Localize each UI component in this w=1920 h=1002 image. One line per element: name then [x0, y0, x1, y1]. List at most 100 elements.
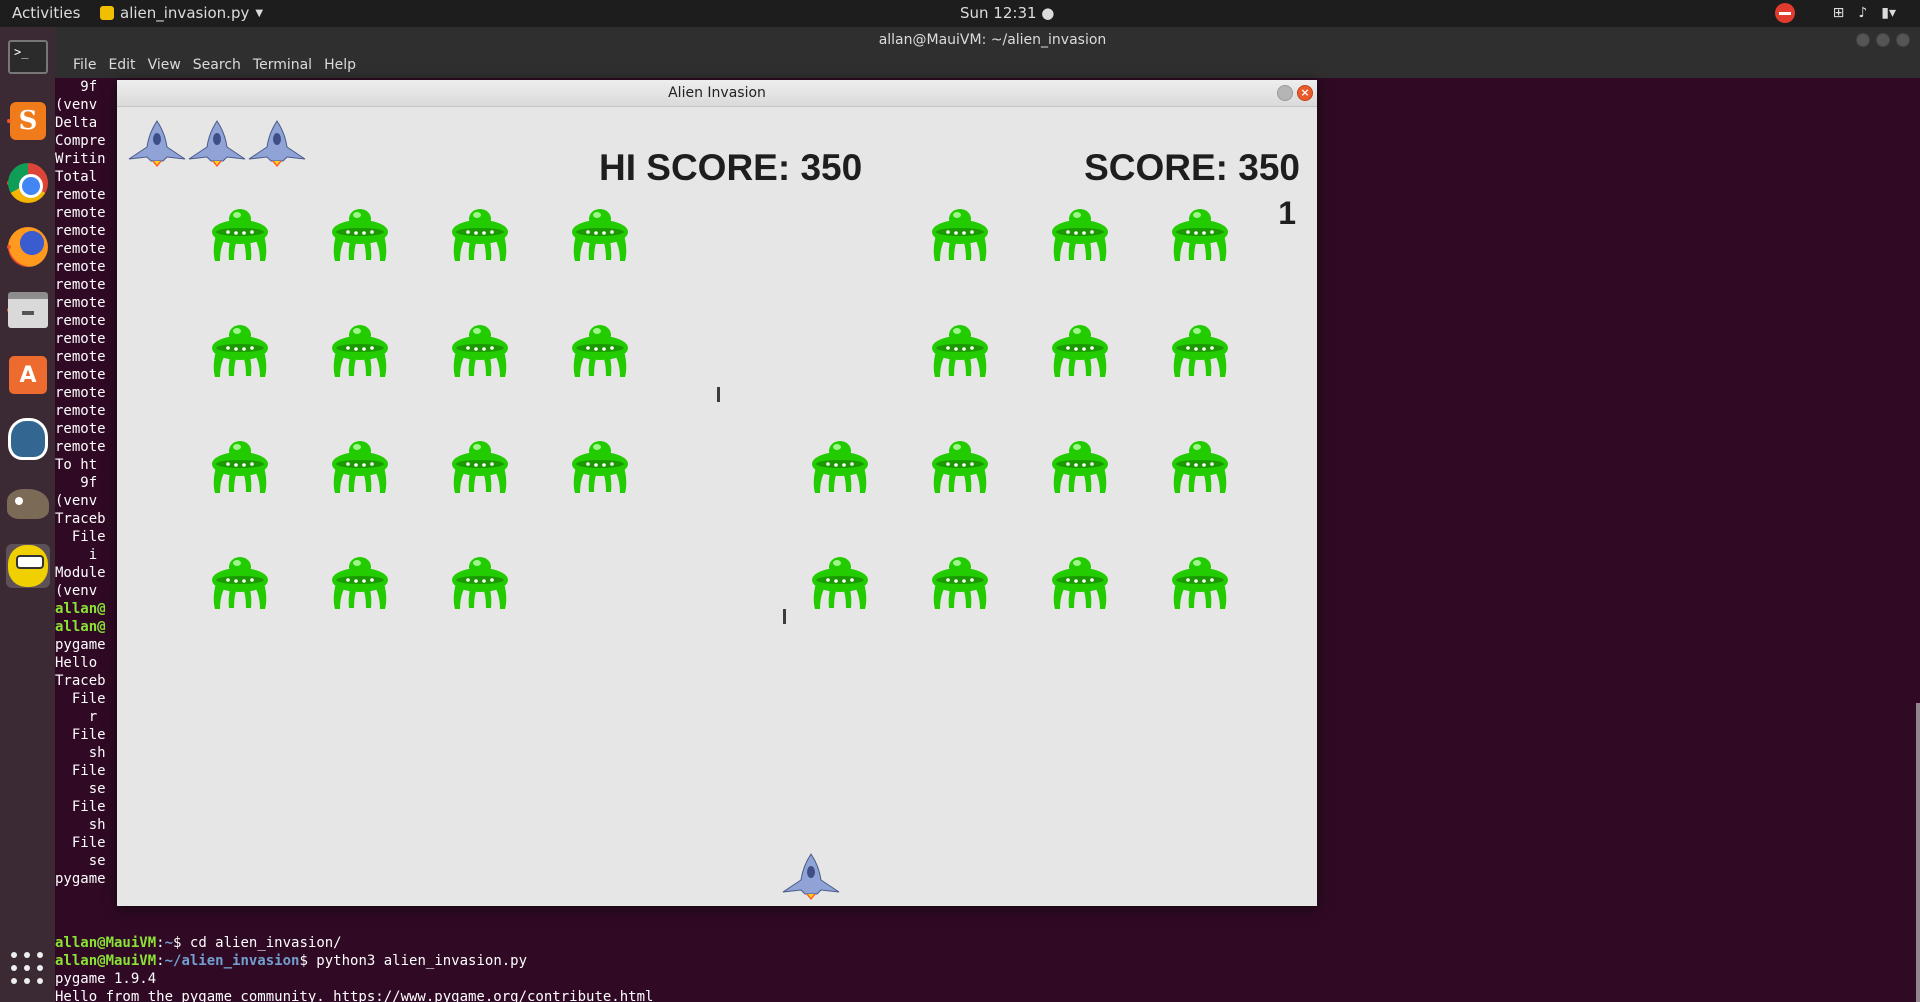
terminal-line: allan@MauiVM:~/alien_invasion$ python3 a…: [55, 953, 528, 969]
network-icon: ⊞: [1832, 5, 1845, 21]
alien-sprite: [210, 321, 270, 379]
level-indicator: 1: [1278, 195, 1296, 231]
postgresql-icon: [8, 418, 48, 460]
show-applications-button[interactable]: [6, 947, 50, 991]
alien-sprite: [450, 553, 510, 611]
dock-gimp[interactable]: [6, 482, 50, 526]
clock[interactable]: Sun 12:31 ●: [960, 4, 1054, 22]
alien-sprite: [330, 205, 390, 263]
window-controls: ×: [1277, 85, 1313, 101]
bullet: [717, 387, 720, 402]
command-text: $ python3 alien_invasion.py: [299, 953, 528, 969]
terminal-scrollbar[interactable]: [1916, 703, 1920, 1002]
window-controls: [1856, 33, 1910, 47]
do-not-disturb-icon[interactable]: [1774, 3, 1795, 23]
life-ship-icon: [127, 119, 187, 167]
volume-icon: ♪: [1858, 5, 1868, 21]
life-ship-icon: [187, 119, 247, 167]
terminal-line: allan@MauiVM:~$ cd alien_invasion/: [55, 935, 342, 951]
app-menu-label: alien_invasion.py: [120, 4, 250, 22]
alien-sprite: [330, 321, 390, 379]
alien-sprite: [1170, 553, 1230, 611]
menu-help[interactable]: Help: [324, 57, 356, 78]
terminal-title: allan@MauiVM: ~/alien_invasion: [878, 32, 1107, 48]
close-icon[interactable]: ×: [1297, 85, 1313, 101]
alien-sprite: [1050, 321, 1110, 379]
alien-sprite: [810, 553, 870, 611]
activities-button[interactable]: Activities: [12, 4, 80, 22]
alien-sprite: [1170, 205, 1230, 263]
high-score: HI SCORE: 350: [599, 147, 863, 188]
alien-sprite: [1050, 437, 1110, 495]
prompt-dir: ~/alien_invasion: [164, 953, 300, 969]
prompt-user: allan@MauiVM: [55, 935, 157, 951]
command-text: $ cd alien_invasion/: [173, 935, 342, 951]
alien-sprite: [450, 321, 510, 379]
terminal-menubar: File Edit View Search Terminal Help: [55, 54, 1920, 78]
dock-terminal[interactable]: >_: [6, 35, 50, 79]
minimize-icon[interactable]: [1277, 85, 1293, 101]
life-ship-icon: [247, 119, 307, 167]
running-indicator: [7, 119, 11, 123]
game-titlebar[interactable]: Alien Invasion ×: [117, 80, 1317, 107]
terminal-line: Hello from the pygame community. https:/…: [55, 989, 654, 1002]
alien-sprite: [570, 321, 630, 379]
alien-sprite: [1170, 437, 1230, 495]
dock-pygame[interactable]: [6, 544, 50, 588]
menu-search[interactable]: Search: [193, 57, 241, 78]
terminal-titlebar[interactable]: allan@MauiVM: ~/alien_invasion: [55, 27, 1920, 54]
dock: >_ S A: [0, 27, 55, 1002]
alien-sprite: [1170, 321, 1230, 379]
dock-files[interactable]: [6, 288, 50, 332]
minimize-icon[interactable]: [1856, 33, 1870, 47]
player-ship: [781, 852, 841, 900]
alien-sprite: [330, 437, 390, 495]
bullet: [783, 609, 786, 624]
alien-sprite: [1050, 553, 1110, 611]
alien-sprite: [930, 437, 990, 495]
sublime-text-icon: S: [10, 102, 46, 140]
alien-sprite: [210, 553, 270, 611]
prompt-user: allan@MauiVM: [55, 953, 157, 969]
close-icon[interactable]: [1896, 33, 1910, 47]
menu-edit[interactable]: Edit: [108, 57, 135, 78]
menu-terminal[interactable]: Terminal: [253, 57, 312, 78]
system-tray[interactable]: ⊞ ♪ ▮▾: [1774, 3, 1896, 23]
alien-sprite: [450, 437, 510, 495]
software-store-icon: A: [9, 356, 47, 394]
alien-sprite: [210, 205, 270, 263]
pygame-icon: [8, 545, 48, 587]
app-icon: [100, 6, 114, 20]
chevron-down-icon: ▼: [255, 7, 264, 19]
dock-sublime[interactable]: S: [6, 99, 50, 143]
running-indicator: [7, 245, 11, 249]
alien-sprite: [570, 205, 630, 263]
maximize-icon[interactable]: [1876, 33, 1890, 47]
alien-sprite: [930, 553, 990, 611]
alien-sprite: [930, 205, 990, 263]
alien-sprite: [810, 437, 870, 495]
menu-file[interactable]: File: [73, 57, 96, 78]
firefox-icon: [8, 227, 48, 267]
game-window[interactable]: Alien Invasion × HI SCORE: 350 SCORE: 35…: [117, 80, 1317, 906]
gimp-icon: [7, 489, 49, 519]
show-apps-icon: [11, 952, 45, 986]
alien-sprite: [450, 205, 510, 263]
alien-sprite: [1050, 205, 1110, 263]
alien-sprite: [930, 321, 990, 379]
chrome-icon: [8, 163, 48, 203]
battery-icon: ▮▾: [1881, 5, 1896, 21]
app-menu[interactable]: alien_invasion.py ▼: [100, 4, 263, 22]
menu-view[interactable]: View: [148, 57, 181, 78]
dock-postgresql[interactable]: [6, 417, 50, 461]
dock-software[interactable]: A: [6, 353, 50, 397]
prompt-dir: ~: [164, 935, 174, 951]
dock-firefox[interactable]: [6, 225, 50, 269]
files-icon: [8, 292, 48, 328]
terminal-recent-output: allan@MauiVM:~$ cd alien_invasion/ allan…: [55, 934, 1920, 1002]
current-score: SCORE: 350: [1084, 147, 1300, 188]
game-canvas[interactable]: HI SCORE: 350 SCORE: 350 1: [117, 107, 1317, 906]
dock-chrome[interactable]: [6, 161, 50, 205]
terminal-icon: >_: [8, 40, 48, 74]
top-bar: Activities alien_invasion.py ▼ Sun 12:31…: [0, 0, 1920, 27]
